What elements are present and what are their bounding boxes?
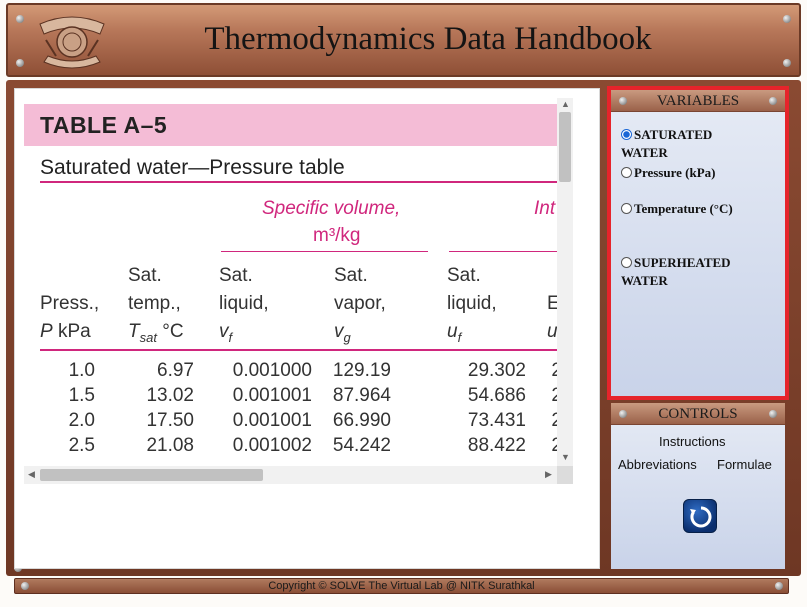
reset-button[interactable] [683,499,717,533]
group-header-internal-energy: Int [534,198,556,219]
header-bar: Thermodynamics Data Handbook [6,3,801,77]
reset-icon [690,506,712,528]
variables-header: VARIABLES [656,93,740,109]
controls-header: CONTROLS [658,406,738,422]
panel-header: CONTROLS [611,403,785,425]
steam-table-view[interactable]: TABLE A–5 Saturated water—Pressure table… [24,98,572,484]
screw-icon [16,15,24,23]
radio-button-checked-icon[interactable] [621,129,632,140]
nitk-logo-icon [39,16,105,69]
panel-header: VARIABLES [611,90,785,112]
formulae-link[interactable]: Formulae [717,457,772,472]
table-title: TABLE A–5 [40,112,168,138]
radio-superheated-water[interactable]: SUPERHEATED WATER [621,254,761,290]
variables-panel: VARIABLES SATURATED WATER Pressure (kPa)… [607,86,789,400]
abbreviations-link[interactable]: Abbreviations [618,457,697,472]
app-title: Thermodynamics Data Handbook [204,21,652,57]
radio-pressure[interactable]: Pressure (kPa) [621,164,715,182]
divider [40,181,562,183]
horizontal-scroll-thumb[interactable] [40,469,263,481]
column-header: Press., P kPa [40,293,100,342]
copyright-text: Copyright © SOLVE The Virtual Lab @ NITK… [268,580,535,592]
column-header: Sat. vapor, vg [334,265,386,345]
scroll-up-icon[interactable]: ▲ [561,99,570,109]
group-header-specific-volume: Specific volume, [262,198,401,219]
column-header: Sat. liquid, uf [447,265,497,345]
radio-temperature[interactable]: Temperature (°C) [621,200,733,218]
column-header: Sat. liquid, vf [219,265,269,345]
footer-bar: Copyright © SOLVE The Virtual Lab @ NITK… [14,578,789,594]
horizontal-scrollbar[interactable]: ◀ ▶ [24,466,557,484]
scroll-down-icon[interactable]: ▼ [561,452,570,462]
instructions-link[interactable]: Instructions [659,434,725,449]
column-header: Sat. temp., Tsat °C [128,265,184,345]
vertical-scroll-thumb[interactable] [559,112,571,182]
screw-icon [783,59,791,67]
divider [40,349,562,351]
table-subtitle: Saturated water—Pressure table [40,156,345,179]
radio-button-icon[interactable] [621,203,632,214]
radio-button-icon[interactable] [621,257,632,268]
scroll-corner [557,466,573,484]
controls-panel: CONTROLS Instructions Abbreviations Form… [611,403,785,569]
screw-icon [783,15,791,23]
divider [221,251,428,252]
screw-icon [619,410,627,418]
screw-icon [769,97,777,105]
divider [449,251,569,252]
scroll-right-icon[interactable]: ▶ [545,469,552,480]
vertical-scrollbar[interactable]: ▲ ▼ [557,98,573,466]
group-header-unit: m³/kg [313,225,361,246]
radio-saturated-water[interactable]: SATURATED WATER [621,126,741,162]
screw-icon [769,410,777,418]
radio-button-icon[interactable] [621,167,632,178]
screw-icon [16,59,24,67]
scroll-left-icon[interactable]: ◀ [28,469,35,480]
screw-icon [619,97,627,105]
